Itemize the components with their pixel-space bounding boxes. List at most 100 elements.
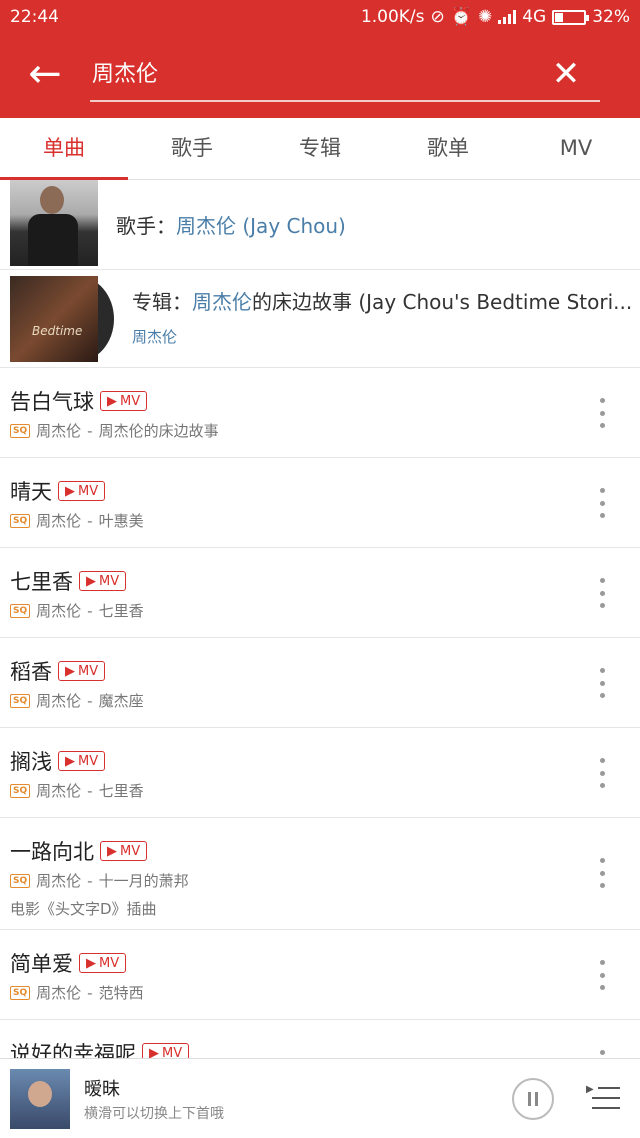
- song-artist: 周杰伦: [36, 692, 82, 710]
- back-arrow-icon[interactable]: ←: [22, 54, 68, 94]
- battery-icon: [552, 9, 590, 25]
- mv-label: MV: [99, 955, 120, 971]
- network-speed: 1.00K/s: [360, 7, 425, 27]
- song-row[interactable]: 说好的幸福呢 ▶ MV: [0, 1020, 640, 1058]
- song-title-line: 稻香 ▶ MV: [10, 656, 106, 686]
- network-type: 4G: [522, 7, 547, 27]
- song-artist: 周杰伦: [36, 602, 82, 620]
- song-title-line: 一路向北 ▶ MV: [10, 836, 148, 866]
- song-title: 稻香: [10, 660, 52, 684]
- song-title: 说好的幸福呢: [10, 1042, 136, 1058]
- sq-badge: SQ: [10, 513, 31, 528]
- song-subtitle: SQ 周杰伦 - 七里香: [10, 780, 144, 801]
- more-options-icon[interactable]: [592, 858, 612, 888]
- tab-mv[interactable]: MV: [512, 118, 640, 179]
- song-artist: 周杰伦: [36, 872, 82, 890]
- more-options-icon[interactable]: [592, 960, 612, 990]
- now-playing-hint: 横滑可以切换上下首哦: [84, 1106, 224, 1122]
- separator: -: [87, 511, 93, 530]
- play-icon: ▶: [86, 955, 96, 971]
- song-artist: 周杰伦: [36, 512, 82, 530]
- artist-name: 周杰伦 (Jay Chou): [176, 214, 346, 238]
- mv-badge[interactable]: ▶ MV: [58, 661, 106, 681]
- song-row[interactable]: 七里香 ▶ MV SQ 周杰伦 - 七里香: [0, 548, 640, 638]
- song-title-line: 七里香 ▶ MV: [10, 566, 127, 596]
- mv-badge[interactable]: ▶ MV: [58, 481, 106, 501]
- song-title: 一路向北: [10, 840, 94, 864]
- song-row[interactable]: 简单爱 ▶ MV SQ 周杰伦 - 范特西: [0, 930, 640, 1020]
- sq-badge: SQ: [10, 603, 31, 618]
- signal-icon: [498, 10, 517, 24]
- tab-albums[interactable]: 专辑: [256, 118, 384, 179]
- song-subtitle: SQ 周杰伦 - 七里香: [10, 600, 144, 621]
- album-cover: [10, 276, 98, 362]
- mv-label: MV: [78, 483, 99, 499]
- song-album: 范特西: [98, 984, 144, 1002]
- song-subtitle: SQ 周杰伦 - 十一月的萧邦: [10, 870, 189, 891]
- mv-badge[interactable]: ▶ MV: [79, 571, 127, 591]
- now-playing-cover: [10, 1069, 70, 1129]
- song-album: 七里香: [98, 602, 144, 620]
- song-subtitle: SQ 周杰伦 - 叶惠美: [10, 510, 144, 531]
- status-time: 22:44: [10, 7, 59, 27]
- mv-label: MV: [120, 843, 141, 859]
- mv-label: MV: [99, 573, 120, 589]
- song-row[interactable]: 晴天 ▶ MV SQ 周杰伦 - 叶惠美: [0, 458, 640, 548]
- album-highlight: 周杰伦: [192, 290, 252, 314]
- search-input[interactable]: [92, 52, 532, 92]
- artist-result[interactable]: 歌手：周杰伦 (Jay Chou): [0, 180, 640, 270]
- artist-photo: [10, 180, 98, 266]
- tab-artists[interactable]: 歌手: [128, 118, 256, 179]
- song-row[interactable]: 搁浅 ▶ MV SQ 周杰伦 - 七里香: [0, 728, 640, 818]
- song-album: 周杰伦的床边故事: [98, 422, 219, 440]
- song-row[interactable]: 一路向北 ▶ MV SQ 周杰伦 - 十一月的萧邦 电影《头文字D》插曲: [0, 818, 640, 930]
- more-options-icon[interactable]: [592, 668, 612, 698]
- song-title-line: 晴天 ▶ MV: [10, 476, 106, 506]
- song-row[interactable]: 稻香 ▶ MV SQ 周杰伦 - 魔杰座: [0, 638, 640, 728]
- playlist-arrow-icon: ▶: [586, 1084, 594, 1095]
- song-album: 叶惠美: [98, 512, 144, 530]
- mv-badge[interactable]: ▶ MV: [58, 751, 106, 771]
- song-artist: 周杰伦: [36, 782, 82, 800]
- tab-songs[interactable]: 单曲: [0, 118, 128, 180]
- song-album: 七里香: [98, 782, 144, 800]
- result-tabs: 单曲 歌手 专辑 歌单 MV: [0, 118, 640, 180]
- play-icon: ▶: [107, 393, 117, 409]
- lock-rotation-icon: ⊘: [430, 7, 445, 27]
- song-title: 晴天: [10, 480, 52, 504]
- playlist-icon[interactable]: ▶: [586, 1083, 622, 1113]
- more-options-icon[interactable]: [592, 578, 612, 608]
- mv-badge[interactable]: ▶ MV: [100, 391, 148, 411]
- separator: -: [87, 421, 93, 440]
- play-icon: ▶: [86, 573, 96, 589]
- mini-player[interactable]: 暧昧 横滑可以切换上下首哦 ▶: [0, 1058, 640, 1138]
- more-options-icon[interactable]: [592, 488, 612, 518]
- separator: -: [87, 781, 93, 800]
- song-album: 魔杰座: [98, 692, 144, 710]
- album-prefix: 专辑：: [132, 290, 192, 314]
- artist-result-text: 歌手：周杰伦 (Jay Chou): [116, 210, 346, 239]
- song-title-line: 搁浅 ▶ MV: [10, 746, 106, 776]
- mv-badge[interactable]: ▶ MV: [100, 841, 148, 861]
- song-title-line: 说好的幸福呢 ▶ MV: [10, 1038, 190, 1059]
- play-icon: ▶: [65, 483, 75, 499]
- song-row[interactable]: 告白气球 ▶ MV SQ 周杰伦 - 周杰伦的床边故事: [0, 368, 640, 458]
- more-options-icon[interactable]: [592, 1050, 612, 1058]
- sq-badge: SQ: [10, 873, 31, 888]
- song-album: 十一月的萧邦: [98, 872, 189, 890]
- separator: -: [87, 983, 93, 1002]
- play-icon: ▶: [149, 1045, 159, 1059]
- clear-icon[interactable]: ✕: [546, 54, 586, 94]
- tab-playlists[interactable]: 歌单: [384, 118, 512, 179]
- mv-badge[interactable]: ▶ MV: [142, 1043, 190, 1059]
- pause-icon[interactable]: [512, 1078, 554, 1120]
- sq-badge: SQ: [10, 783, 31, 798]
- album-result[interactable]: 专辑：周杰伦的床边故事 (Jay Chou's Bedtime Stori...…: [0, 270, 640, 368]
- more-options-icon[interactable]: [592, 758, 612, 788]
- mv-badge[interactable]: ▶ MV: [79, 953, 127, 973]
- sq-badge: SQ: [10, 985, 31, 1000]
- song-title: 七里香: [10, 570, 73, 594]
- song-title: 简单爱: [10, 952, 73, 976]
- more-options-icon[interactable]: [592, 398, 612, 428]
- song-artist: 周杰伦: [36, 422, 82, 440]
